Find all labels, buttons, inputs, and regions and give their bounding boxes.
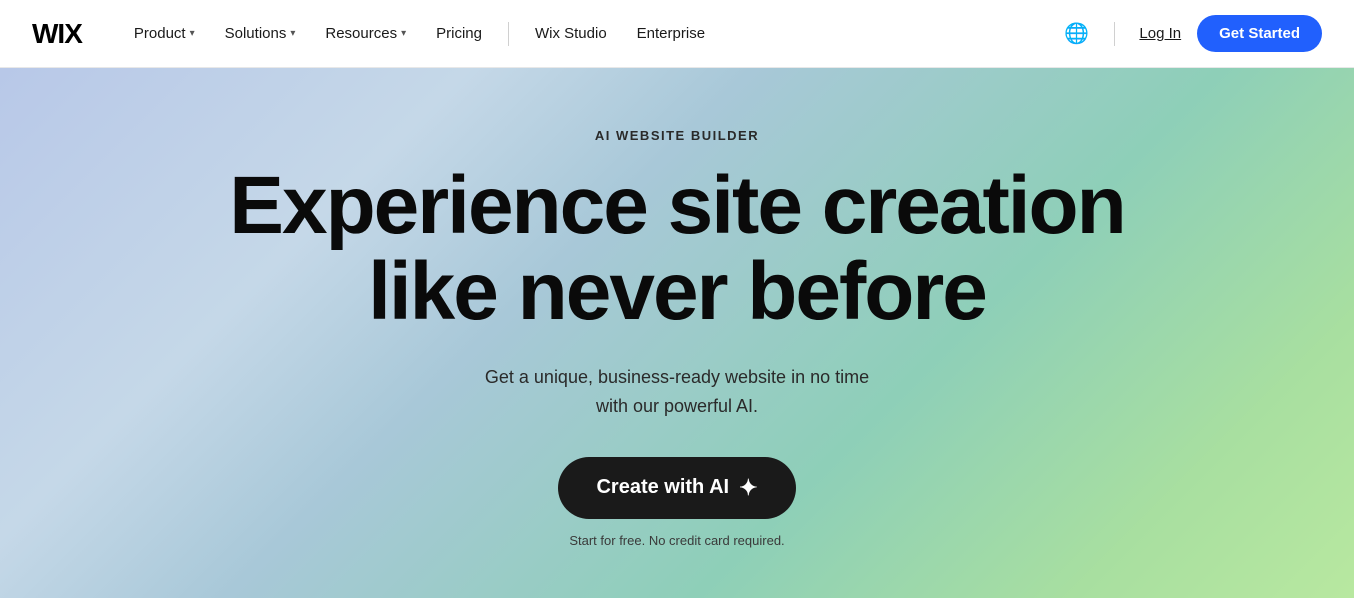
get-started-button[interactable]: Get Started [1197, 15, 1322, 52]
chevron-down-icon: ▾ [401, 28, 406, 39]
create-with-ai-button[interactable]: Create with AI ✦ [558, 457, 795, 519]
nav-item-wix-studio[interactable]: Wix Studio [523, 17, 619, 50]
hero-subheadline: Get a unique, business-ready website in … [467, 363, 887, 421]
nav-right-divider [1114, 22, 1115, 46]
wix-logo[interactable]: WIX [32, 18, 82, 50]
chevron-down-icon: ▾ [290, 28, 295, 39]
login-button[interactable]: Log In [1139, 25, 1181, 42]
nav-item-resources[interactable]: Resources ▾ [313, 17, 418, 50]
chevron-down-icon: ▾ [190, 28, 195, 39]
nav-item-product[interactable]: Product ▾ [122, 17, 207, 50]
sparkle-icon: ✦ [739, 475, 757, 501]
nav-item-pricing[interactable]: Pricing [424, 17, 494, 50]
nav-menu: Product ▾ Solutions ▾ Resources ▾ Pricin… [122, 17, 1063, 50]
navbar-right: 🌐 Log In Get Started [1062, 15, 1322, 52]
globe-icon[interactable]: 🌐 [1062, 20, 1090, 48]
hero-section: AI WEBSITE BUILDER Experience site creat… [0, 68, 1354, 598]
hero-footnote: Start for free. No credit card required. [569, 533, 784, 548]
nav-item-enterprise[interactable]: Enterprise [625, 17, 717, 50]
hero-headline: Experience site creation like never befo… [229, 163, 1124, 335]
hero-eyebrow: AI WEBSITE BUILDER [595, 128, 759, 143]
nav-divider [508, 22, 509, 46]
nav-item-solutions[interactable]: Solutions ▾ [213, 17, 308, 50]
navbar: WIX Product ▾ Solutions ▾ Resources ▾ Pr… [0, 0, 1354, 68]
